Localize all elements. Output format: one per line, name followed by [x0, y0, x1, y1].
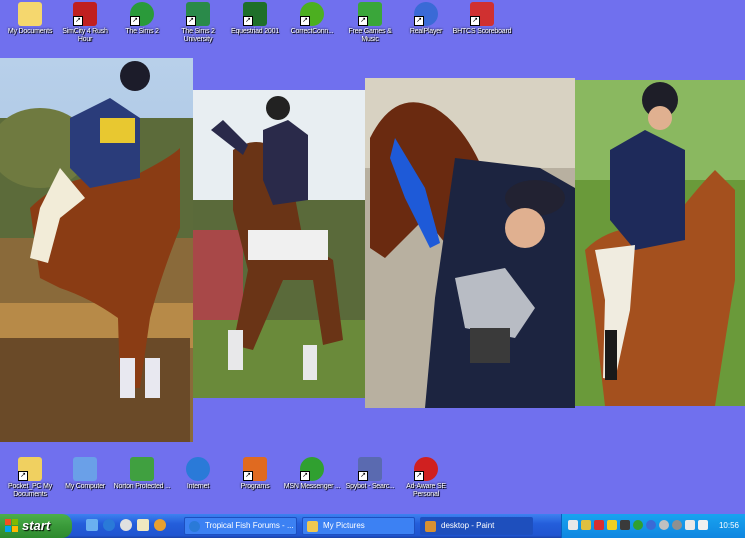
- system-tray: 10:56: [561, 514, 745, 538]
- wallpaper-photo-rider: [575, 80, 745, 406]
- simcity-icon: ↗: [73, 2, 97, 26]
- desktop-icon-programs[interactable]: ↗ Programs: [225, 457, 285, 491]
- spybot-icon: ↗: [358, 457, 382, 481]
- desktop-icon-sims2[interactable]: ↗ The Sims 2: [112, 2, 172, 36]
- desktop-icon-label: RealPlayer: [409, 28, 443, 35]
- desktop-icon-sims2-university[interactable]: ↗ The Sims 2 University: [168, 2, 228, 44]
- start-label: start: [22, 518, 51, 533]
- tray-alert-icon[interactable]: [607, 520, 617, 530]
- quicklaunch-media-icon[interactable]: [120, 519, 132, 531]
- wallpaper-photo-trophy: [365, 78, 575, 408]
- norton-recycle-icon: [130, 457, 154, 481]
- equestriad-icon: ↗: [243, 2, 267, 26]
- taskbar: start Tropical Fish Forums - ... My Pict…: [0, 514, 745, 538]
- free-games-icon: ↗: [358, 2, 382, 26]
- tray-sync-icon[interactable]: [659, 520, 669, 530]
- correctconnect-icon: ↗: [300, 2, 324, 26]
- windows-flag-icon: [5, 519, 18, 532]
- folder-window-icon: [307, 521, 318, 532]
- desktop-icon-label: BHTCS Scoreboard: [452, 28, 512, 35]
- tray-settings-icon[interactable]: [672, 520, 682, 530]
- desktop-icon-my-documents[interactable]: My Documents: [0, 2, 60, 36]
- desktop-icon-label: Programs: [240, 483, 270, 490]
- desktop-icon-label: Free Games & Music: [348, 28, 392, 43]
- desktop-icon-pocketpc-documents[interactable]: ↗ Pocket_PC My Documents: [0, 457, 60, 499]
- desktop-icon-equestriad[interactable]: ↗ Equestriad 2001: [225, 2, 285, 36]
- desktop-icon-label: My Computer: [65, 483, 105, 490]
- task-label: Tropical Fish Forums - ...: [205, 521, 294, 530]
- paint-icon: [425, 521, 436, 532]
- msn-messenger-icon: ↗: [300, 457, 324, 481]
- tray-messenger-icon[interactable]: [633, 520, 643, 530]
- desktop-icon-internet[interactable]: Internet: [168, 457, 228, 491]
- sims2-icon: ↗: [130, 2, 154, 26]
- quicklaunch-msn-icon[interactable]: [154, 519, 166, 531]
- desktop-icon-label: The Sims 2 University: [181, 28, 215, 43]
- desktop-icon-label: Spybot - Searc...: [345, 483, 395, 490]
- desktop-icon-free-games[interactable]: ↗ Free Games & Music: [340, 2, 400, 44]
- realplayer-icon: ↗: [414, 2, 438, 26]
- tray-volume-icon[interactable]: [698, 520, 708, 530]
- pocketpc-folder-icon: ↗: [18, 457, 42, 481]
- adaware-icon: ↗: [414, 457, 438, 481]
- desktop-icon-adaware[interactable]: ↗ Ad-Aware SE Personal: [396, 457, 456, 499]
- desktop-icon-label: Equestriad 2001: [231, 28, 279, 35]
- desktop-icon-label: Ad-Aware SE Personal: [406, 483, 446, 498]
- desktop-icon-label: Internet: [186, 483, 210, 490]
- desktop-icon-msn-messenger[interactable]: ↗ MSN Messenger ...: [282, 457, 342, 491]
- task-tropical-fish-forums[interactable]: Tropical Fish Forums - ...: [184, 517, 297, 535]
- task-label: desktop - Paint: [441, 521, 495, 530]
- task-my-pictures[interactable]: My Pictures: [302, 517, 415, 535]
- tray-app-icon[interactable]: [620, 520, 630, 530]
- sims2-university-icon: ↗: [186, 2, 210, 26]
- desktop-icon-realplayer[interactable]: ↗ RealPlayer: [396, 2, 456, 36]
- tray-realplayer-icon[interactable]: [646, 520, 656, 530]
- programs-icon: ↗: [243, 457, 267, 481]
- desktop-icon-correctconnect[interactable]: ↗ CorrectConn...: [282, 2, 342, 36]
- taskbar-clock[interactable]: 10:56: [719, 514, 739, 538]
- desktop: My Documents ↗ SimCity 4 Rush Hour ↗ The…: [0, 0, 745, 514]
- desktop-icon-label: Pocket_PC My Documents: [8, 483, 52, 498]
- ie-window-icon: [189, 521, 200, 532]
- folder-documents-icon: [18, 2, 42, 26]
- tray-update-icon[interactable]: [685, 520, 695, 530]
- desktop-icon-norton-recycle[interactable]: Norton Protected ...: [112, 457, 172, 491]
- scoreboard-icon: ↗: [470, 2, 494, 26]
- tray-antivirus-icon[interactable]: [594, 520, 604, 530]
- quicklaunch-desktop-icon[interactable]: [86, 519, 98, 531]
- desktop-icon-label: The Sims 2: [125, 28, 159, 35]
- desktop-icon-label: Norton Protected ...: [113, 483, 171, 490]
- wallpaper-photo-jump: [0, 58, 193, 442]
- task-label: My Pictures: [323, 521, 365, 530]
- quicklaunch-outlook-icon[interactable]: [137, 519, 149, 531]
- tray-security-icon[interactable]: [581, 520, 591, 530]
- start-button[interactable]: start: [0, 514, 72, 538]
- desktop-icon-spybot[interactable]: ↗ Spybot - Searc...: [340, 457, 400, 491]
- desktop-icon-label: MSN Messenger ...: [283, 483, 341, 490]
- desktop-icon-label: SimCity 4 Rush Hour: [62, 28, 108, 43]
- tray-network-icon[interactable]: [568, 520, 578, 530]
- desktop-icon-my-computer[interactable]: My Computer: [55, 457, 115, 491]
- desktop-icon-label: CorrectConn...: [290, 28, 334, 35]
- my-computer-icon: [73, 457, 97, 481]
- quicklaunch-ie-icon[interactable]: [103, 519, 115, 531]
- internet-explorer-icon: [186, 457, 210, 481]
- task-desktop-paint[interactable]: desktop - Paint: [420, 517, 533, 535]
- desktop-icon-label: My Documents: [7, 28, 53, 35]
- desktop-icon-simcity[interactable]: ↗ SimCity 4 Rush Hour: [55, 2, 115, 44]
- desktop-icon-scoreboard[interactable]: ↗ BHTCS Scoreboard: [452, 2, 512, 36]
- wallpaper-photo-gallop: [193, 90, 365, 398]
